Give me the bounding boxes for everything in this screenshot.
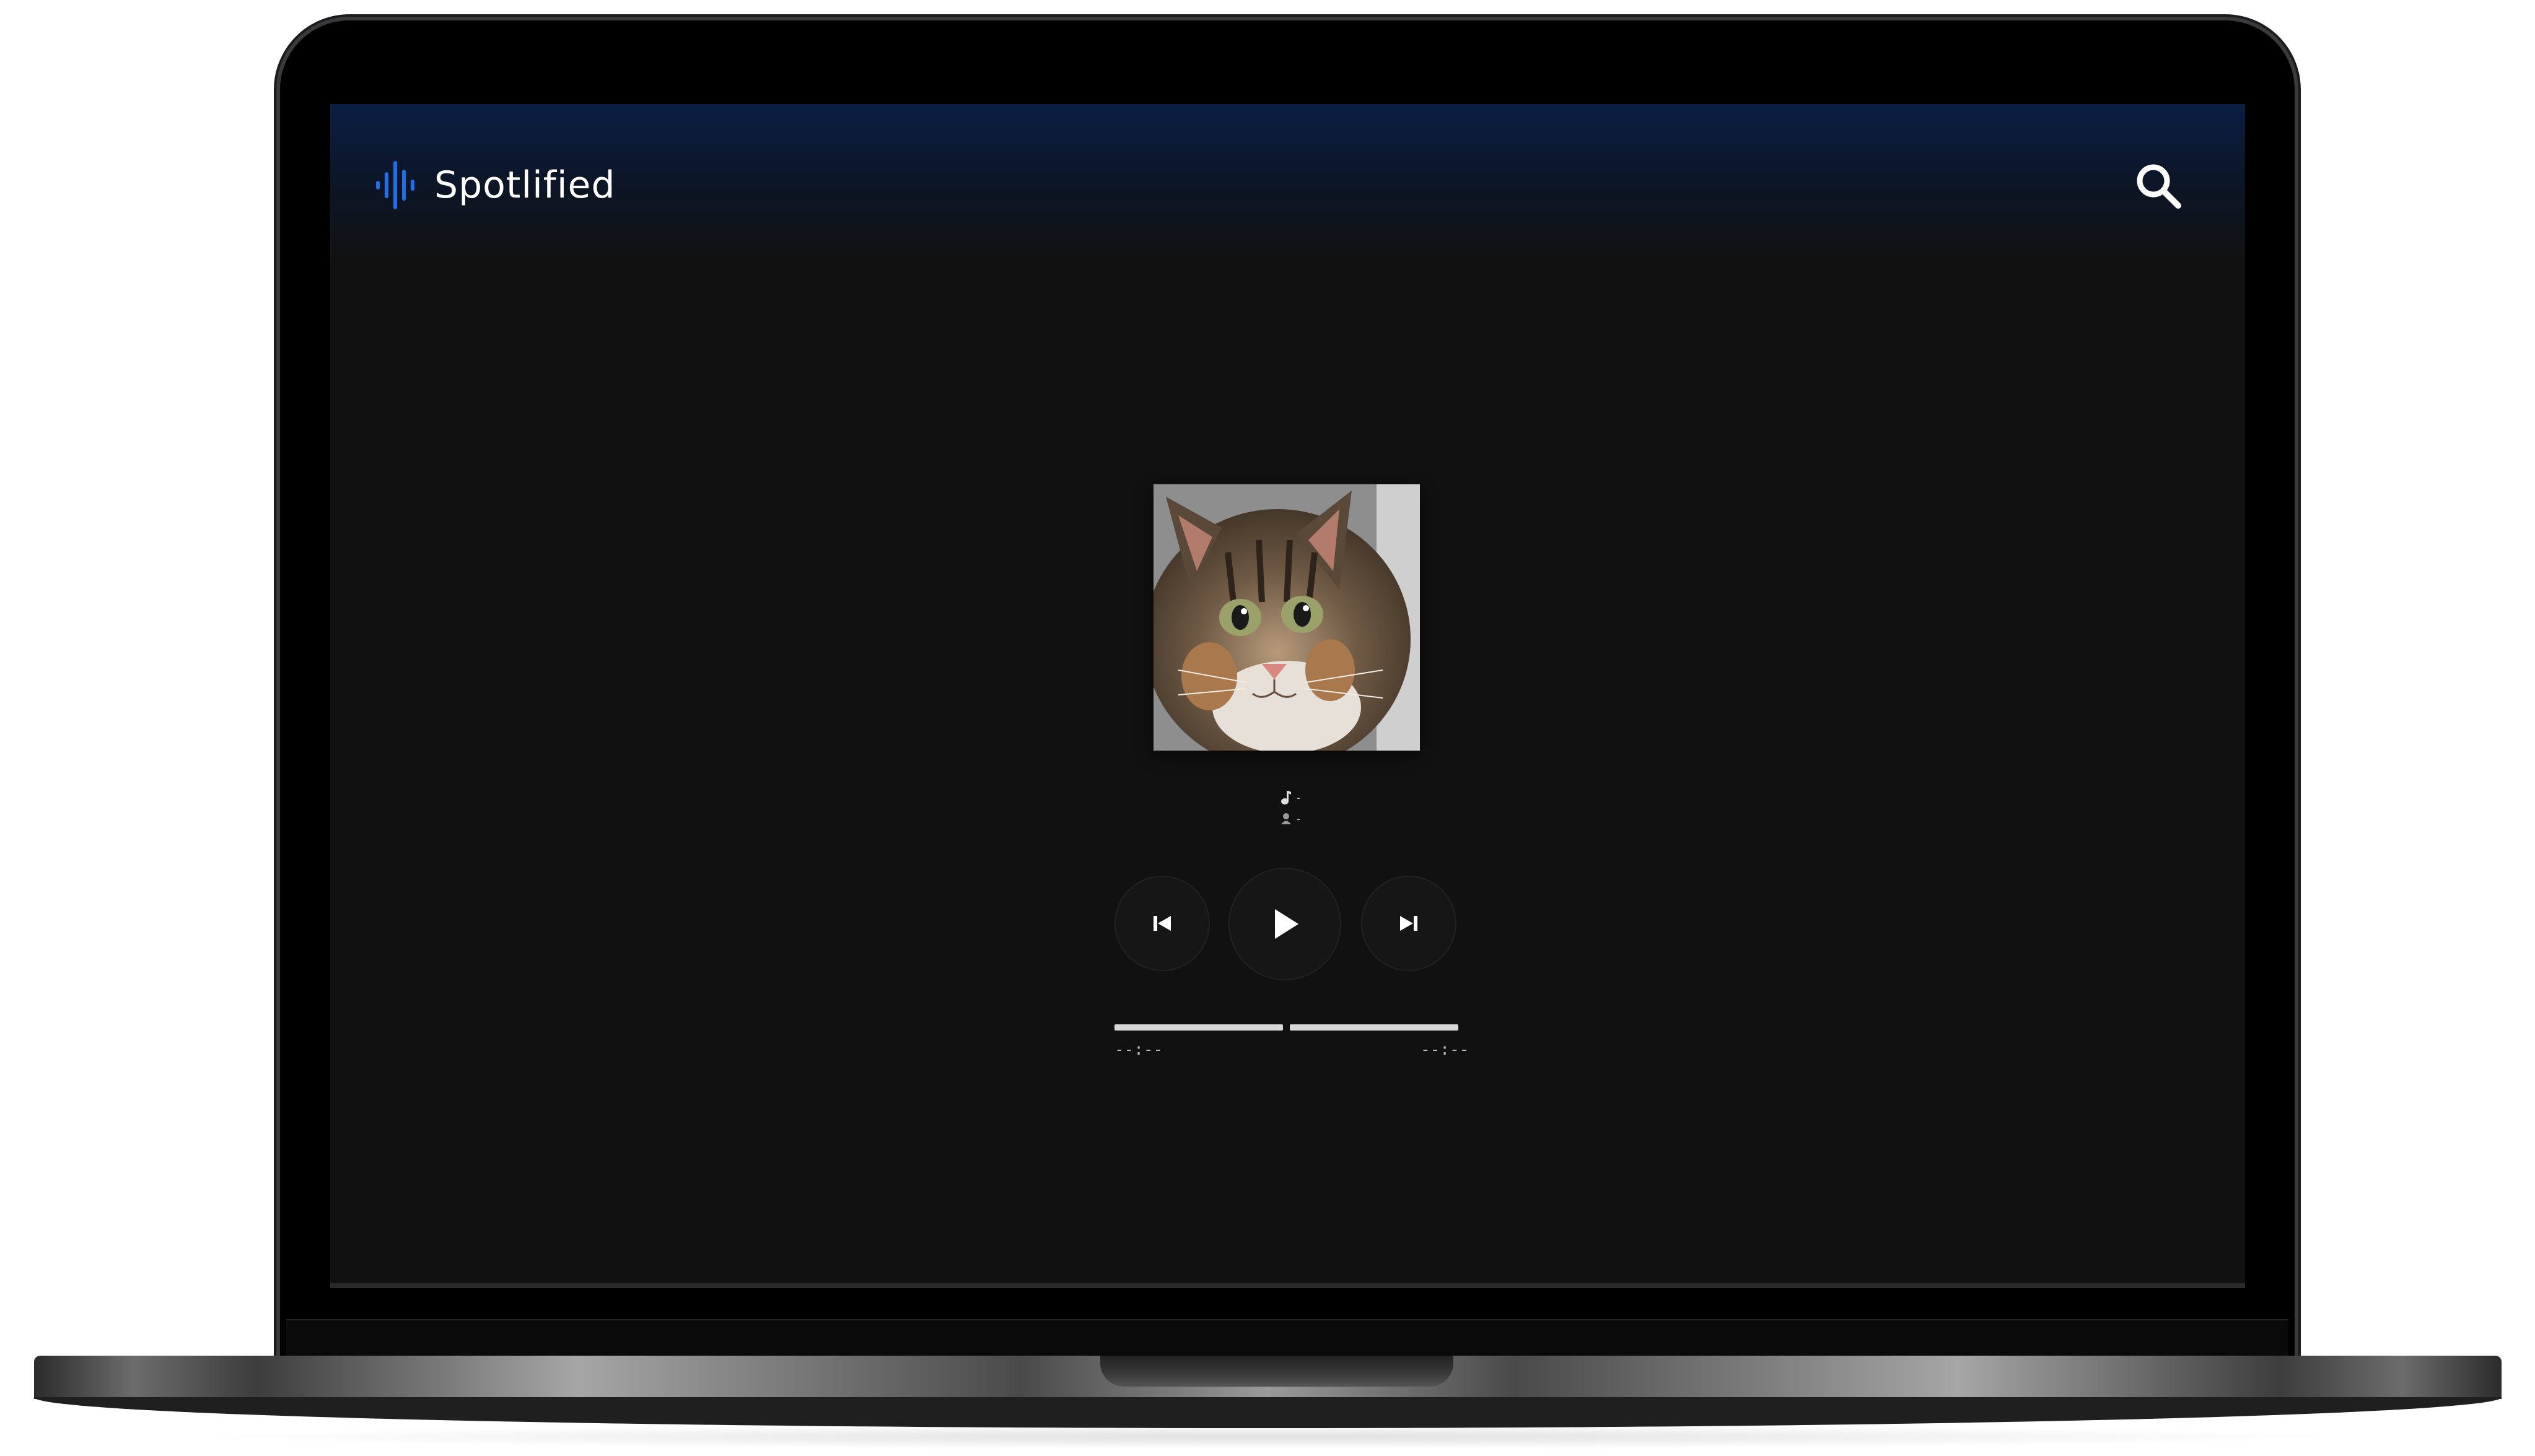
time-current: --:-- bbox=[1114, 1040, 1163, 1059]
search-button[interactable] bbox=[2134, 161, 2183, 211]
track-title: - bbox=[1297, 791, 1300, 804]
track-info: - - bbox=[1228, 787, 1352, 829]
app-screen: Spotlified - - --:-- --:-- bbox=[330, 104, 2245, 1288]
person-icon bbox=[1281, 813, 1291, 824]
next-button[interactable] bbox=[1361, 876, 1456, 971]
cat-cover-image bbox=[1154, 484, 1420, 751]
brand[interactable]: Spotlified bbox=[375, 157, 616, 213]
skip-previous-icon bbox=[1154, 916, 1171, 931]
track-artist: - bbox=[1297, 812, 1300, 825]
waveform-icon bbox=[376, 161, 414, 209]
search-icon bbox=[2137, 164, 2181, 209]
track-title-row: - bbox=[1228, 787, 1352, 808]
lid-bottom-strip bbox=[286, 1319, 2288, 1358]
laptop-notch bbox=[1100, 1356, 1453, 1387]
music-note-icon bbox=[1281, 791, 1291, 804]
laptop-mockup: Spotlified - - --:-- --:-- bbox=[0, 0, 2535, 1456]
track-artist-row: - bbox=[1228, 808, 1352, 829]
skip-next-icon bbox=[1400, 916, 1417, 931]
play-icon bbox=[1275, 909, 1298, 939]
play-button[interactable] bbox=[1228, 868, 1341, 980]
laptop-shadow bbox=[186, 1424, 2354, 1449]
laptop-base-lower bbox=[34, 1397, 2502, 1428]
progress-bar-elapsed[interactable] bbox=[1114, 1024, 1283, 1031]
time-total: --:-- bbox=[1421, 1040, 1469, 1059]
screen-bottom-edge bbox=[330, 1283, 2245, 1288]
progress-bar-remaining[interactable] bbox=[1290, 1024, 1458, 1031]
app-name: Spotlified bbox=[434, 163, 616, 207]
app-header: Spotlified bbox=[330, 104, 2245, 265]
previous-button[interactable] bbox=[1114, 876, 1210, 971]
album-cover bbox=[1154, 484, 1420, 751]
